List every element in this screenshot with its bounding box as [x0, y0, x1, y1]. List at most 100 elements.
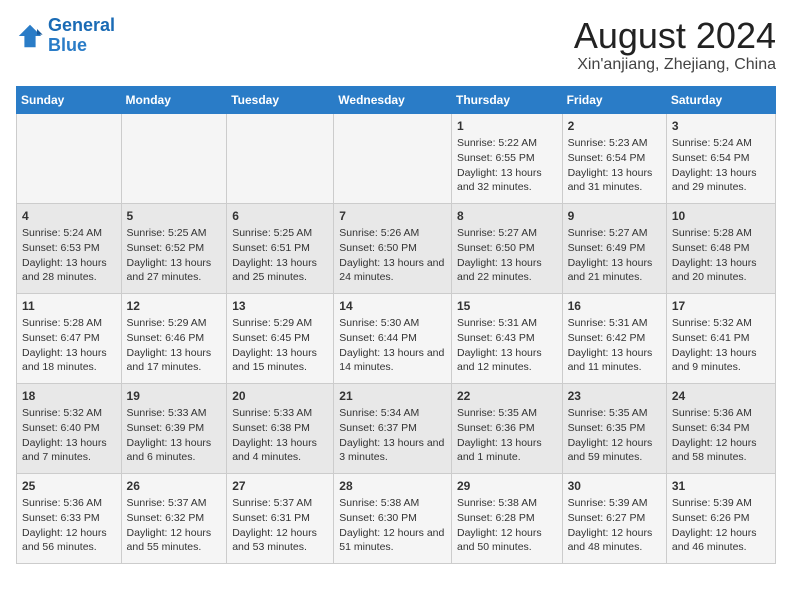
calendar-week-3: 11Sunrise: 5:28 AMSunset: 6:47 PMDayligh…	[17, 293, 776, 383]
day-number: 8	[457, 208, 557, 225]
day-info: Sunset: 6:47 PM	[22, 331, 116, 346]
calendar-week-1: 1Sunrise: 5:22 AMSunset: 6:55 PMDaylight…	[17, 113, 776, 203]
day-info: Daylight: 13 hours and 32 minutes.	[457, 166, 557, 195]
calendar-cell: 30Sunrise: 5:39 AMSunset: 6:27 PMDayligh…	[562, 473, 666, 563]
day-info: Sunset: 6:43 PM	[457, 331, 557, 346]
day-info: Daylight: 13 hours and 20 minutes.	[672, 256, 770, 285]
calendar-cell: 3Sunrise: 5:24 AMSunset: 6:54 PMDaylight…	[666, 113, 775, 203]
calendar-cell: 4Sunrise: 5:24 AMSunset: 6:53 PMDaylight…	[17, 203, 122, 293]
day-info: Daylight: 12 hours and 58 minutes.	[672, 436, 770, 465]
day-info: Daylight: 13 hours and 24 minutes.	[339, 256, 446, 285]
day-number: 19	[127, 388, 222, 405]
day-number: 13	[232, 298, 328, 315]
day-info: Sunset: 6:54 PM	[568, 151, 661, 166]
calendar-cell: 25Sunrise: 5:36 AMSunset: 6:33 PMDayligh…	[17, 473, 122, 563]
calendar-header: Sunday Monday Tuesday Wednesday Thursday…	[17, 86, 776, 113]
day-info: Sunrise: 5:28 AM	[672, 226, 770, 241]
calendar-cell: 6Sunrise: 5:25 AMSunset: 6:51 PMDaylight…	[227, 203, 334, 293]
day-info: Sunset: 6:40 PM	[22, 421, 116, 436]
day-info: Sunset: 6:36 PM	[457, 421, 557, 436]
day-info: Sunrise: 5:29 AM	[127, 316, 222, 331]
calendar-cell: 18Sunrise: 5:32 AMSunset: 6:40 PMDayligh…	[17, 383, 122, 473]
logo-icon	[16, 22, 44, 50]
day-number: 12	[127, 298, 222, 315]
day-number: 1	[457, 118, 557, 135]
col-monday: Monday	[121, 86, 227, 113]
day-number: 3	[672, 118, 770, 135]
day-info: Sunset: 6:38 PM	[232, 421, 328, 436]
day-info: Sunset: 6:45 PM	[232, 331, 328, 346]
calendar-cell	[121, 113, 227, 203]
day-info: Sunrise: 5:25 AM	[127, 226, 222, 241]
calendar-cell: 24Sunrise: 5:36 AMSunset: 6:34 PMDayligh…	[666, 383, 775, 473]
calendar-cell: 19Sunrise: 5:33 AMSunset: 6:39 PMDayligh…	[121, 383, 227, 473]
day-info: Sunrise: 5:38 AM	[339, 496, 446, 511]
day-number: 6	[232, 208, 328, 225]
calendar-cell	[227, 113, 334, 203]
day-info: Sunrise: 5:24 AM	[672, 136, 770, 151]
day-number: 11	[22, 298, 116, 315]
day-info: Sunset: 6:52 PM	[127, 241, 222, 256]
day-info: Daylight: 12 hours and 56 minutes.	[22, 526, 116, 555]
calendar-cell: 7Sunrise: 5:26 AMSunset: 6:50 PMDaylight…	[334, 203, 452, 293]
title-block: August 2024 Xin'anjiang, Zhejiang, China	[574, 16, 776, 74]
day-info: Sunrise: 5:24 AM	[22, 226, 116, 241]
day-info: Sunset: 6:55 PM	[457, 151, 557, 166]
day-info: Sunset: 6:34 PM	[672, 421, 770, 436]
calendar-cell: 26Sunrise: 5:37 AMSunset: 6:32 PMDayligh…	[121, 473, 227, 563]
calendar-cell: 12Sunrise: 5:29 AMSunset: 6:46 PMDayligh…	[121, 293, 227, 383]
day-info: Sunset: 6:31 PM	[232, 511, 328, 526]
day-number: 30	[568, 478, 661, 495]
col-thursday: Thursday	[451, 86, 562, 113]
day-number: 25	[22, 478, 116, 495]
day-info: Sunset: 6:53 PM	[22, 241, 116, 256]
day-info: Sunrise: 5:31 AM	[457, 316, 557, 331]
col-tuesday: Tuesday	[227, 86, 334, 113]
calendar-cell	[334, 113, 452, 203]
calendar-cell: 2Sunrise: 5:23 AMSunset: 6:54 PMDaylight…	[562, 113, 666, 203]
day-info: Sunset: 6:51 PM	[232, 241, 328, 256]
calendar-cell: 10Sunrise: 5:28 AMSunset: 6:48 PMDayligh…	[666, 203, 775, 293]
day-info: Sunrise: 5:26 AM	[339, 226, 446, 241]
day-info: Sunrise: 5:31 AM	[568, 316, 661, 331]
day-info: Daylight: 13 hours and 17 minutes.	[127, 346, 222, 375]
day-number: 2	[568, 118, 661, 135]
day-number: 27	[232, 478, 328, 495]
calendar-cell: 9Sunrise: 5:27 AMSunset: 6:49 PMDaylight…	[562, 203, 666, 293]
calendar-cell: 21Sunrise: 5:34 AMSunset: 6:37 PMDayligh…	[334, 383, 452, 473]
day-info: Sunset: 6:41 PM	[672, 331, 770, 346]
day-info: Sunrise: 5:27 AM	[568, 226, 661, 241]
day-number: 15	[457, 298, 557, 315]
day-info: Daylight: 12 hours and 53 minutes.	[232, 526, 328, 555]
day-info: Sunrise: 5:35 AM	[568, 406, 661, 421]
calendar-cell: 5Sunrise: 5:25 AMSunset: 6:52 PMDaylight…	[121, 203, 227, 293]
day-info: Sunrise: 5:32 AM	[22, 406, 116, 421]
calendar-cell: 17Sunrise: 5:32 AMSunset: 6:41 PMDayligh…	[666, 293, 775, 383]
day-info: Daylight: 13 hours and 29 minutes.	[672, 166, 770, 195]
day-number: 17	[672, 298, 770, 315]
day-info: Daylight: 13 hours and 9 minutes.	[672, 346, 770, 375]
calendar-cell: 23Sunrise: 5:35 AMSunset: 6:35 PMDayligh…	[562, 383, 666, 473]
calendar-table: Sunday Monday Tuesday Wednesday Thursday…	[16, 86, 776, 564]
day-info: Sunset: 6:54 PM	[672, 151, 770, 166]
day-number: 31	[672, 478, 770, 495]
day-info: Sunset: 6:35 PM	[568, 421, 661, 436]
day-info: Daylight: 12 hours and 51 minutes.	[339, 526, 446, 555]
logo: General Blue	[16, 16, 115, 56]
col-saturday: Saturday	[666, 86, 775, 113]
calendar-cell: 15Sunrise: 5:31 AMSunset: 6:43 PMDayligh…	[451, 293, 562, 383]
col-wednesday: Wednesday	[334, 86, 452, 113]
day-info: Daylight: 13 hours and 12 minutes.	[457, 346, 557, 375]
day-info: Daylight: 13 hours and 27 minutes.	[127, 256, 222, 285]
day-number: 4	[22, 208, 116, 225]
page-header: General Blue August 2024 Xin'anjiang, Zh…	[16, 16, 776, 74]
calendar-cell: 16Sunrise: 5:31 AMSunset: 6:42 PMDayligh…	[562, 293, 666, 383]
day-info: Sunrise: 5:39 AM	[568, 496, 661, 511]
col-sunday: Sunday	[17, 86, 122, 113]
day-info: Sunset: 6:27 PM	[568, 511, 661, 526]
calendar-cell	[17, 113, 122, 203]
day-number: 5	[127, 208, 222, 225]
day-info: Sunrise: 5:30 AM	[339, 316, 446, 331]
day-info: Sunrise: 5:27 AM	[457, 226, 557, 241]
calendar-cell: 11Sunrise: 5:28 AMSunset: 6:47 PMDayligh…	[17, 293, 122, 383]
